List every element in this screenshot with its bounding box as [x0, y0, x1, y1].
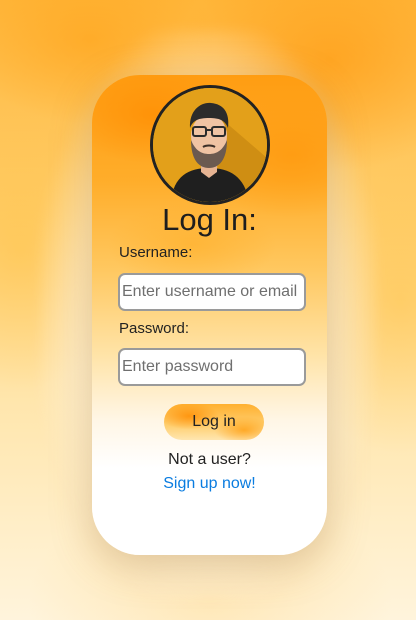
login-button[interactable]: Log in	[164, 404, 264, 440]
username-label: Username:	[119, 244, 193, 261]
password-label: Password:	[119, 320, 190, 337]
page-title: Log In:	[162, 202, 257, 237]
login-card: Log In: Username: Password: Log in Not a…	[92, 75, 327, 555]
not-user-text: Not a user?	[168, 451, 251, 468]
signup-link[interactable]: Sign up now!	[92, 474, 327, 494]
user-avatar-icon	[150, 85, 270, 205]
username-input[interactable]	[118, 273, 306, 311]
password-input[interactable]	[118, 348, 306, 386]
